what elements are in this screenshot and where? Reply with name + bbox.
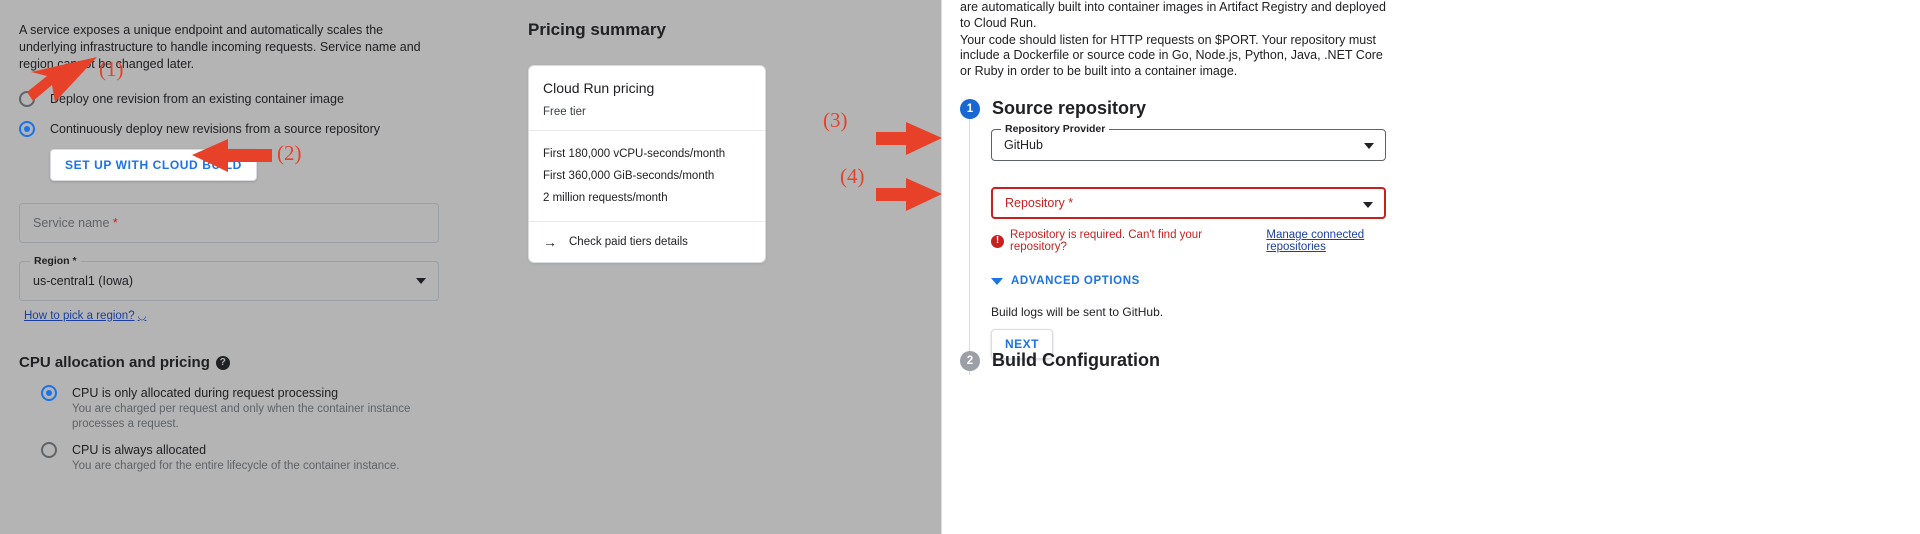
help-icon[interactable]: ?: [215, 355, 230, 370]
pricing-card-header: Cloud Run pricing Free tier: [529, 66, 765, 131]
cpu-allocation-options: CPU is only allocated during request pro…: [41, 385, 459, 474]
intro-line-1: are automatically built into container i…: [960, 0, 1386, 30]
pricing-card-lines: First 180,000 vCPU-seconds/month First 3…: [529, 131, 765, 222]
chevron-down-icon[interactable]: [1363, 202, 1373, 208]
repository-error-text: Repository is required. Can't find your …: [1010, 229, 1203, 253]
cpu-option-always[interactable]: CPU is always allocated: [41, 442, 459, 458]
set-up-with-cloud-build-button[interactable]: SET UP WITH CLOUD BUILD: [50, 149, 257, 181]
cpu-option-request-only-description: You are charged per request and only whe…: [72, 403, 411, 430]
cpu-option-request-only-label: CPU is only allocated during request pro…: [72, 386, 339, 400]
service-intro-text: A service exposes a unique endpoint and …: [19, 23, 421, 71]
how-to-pick-region-label: How to pick a region?: [24, 310, 135, 322]
cloud-build-setup-panel: are automatically built into container i…: [941, 0, 1920, 534]
build-logs-note: Build logs will be sent to GitHub.: [991, 305, 1164, 319]
repository-select[interactable]: Repository *: [991, 187, 1386, 219]
repository-provider-legend: Repository Provider: [1001, 123, 1110, 135]
service-name-input[interactable]: Service name *: [19, 203, 439, 243]
error-icon: !: [991, 234, 1004, 248]
cpu-option-always-label: CPU is always allocated: [72, 443, 207, 457]
arrow-right-icon: →: [543, 234, 557, 250]
intro-line-2: Your code should listen for HTTP request…: [960, 32, 1383, 79]
deploy-option-source-repo-label: Continuously deploy new revisions from a…: [50, 122, 381, 136]
radio-existing-image-icon[interactable]: [19, 91, 35, 107]
repository-provider-value: GitHub: [1004, 138, 1043, 152]
region-select[interactable]: Region * us-central1 (Iowa): [19, 255, 439, 301]
deploy-option-existing-image-label: Deploy one revision from an existing con…: [50, 92, 344, 106]
step1-number-badge: 1: [960, 98, 980, 119]
repository-placeholder: Repository *: [1005, 196, 1074, 210]
step2-title: Build Configuration: [992, 350, 1160, 370]
cpu-option-always-description: You are charged for the entire lifecycle…: [72, 460, 400, 472]
manage-connected-repositories-link[interactable]: Manage connected repositories: [1266, 229, 1420, 253]
step-source-repository: 1 Source repository Repository Provider …: [960, 98, 1420, 375]
step2-number-badge: 2: [960, 350, 980, 371]
cloud-run-pricing-card: Cloud Run pricing Free tier First 180,00…: [528, 65, 766, 263]
deploy-option-existing-image[interactable]: Deploy one revision from an existing con…: [19, 91, 459, 107]
check-paid-tiers-label: Check paid tiers details: [569, 236, 688, 248]
service-settings-column: A service exposes a unique endpoint and …: [19, 0, 459, 534]
pricing-line: First 360,000 GiB-seconds/month: [543, 170, 715, 182]
step1-title: Source repository: [992, 98, 1147, 118]
pricing-summary-title: Pricing summary: [528, 20, 666, 39]
radio-source-repo-icon[interactable]: [19, 121, 35, 137]
region-value: us-central1 (Iowa): [33, 274, 134, 288]
pricing-line: 2 million requests/month: [543, 192, 668, 204]
cpu-allocation-heading: CPU allocation and pricing ?: [19, 354, 459, 371]
pricing-summary-column: Pricing summary Cloud Run pricing Free t…: [528, 0, 858, 263]
check-paid-tiers-link[interactable]: → Check paid tiers details: [529, 222, 765, 262]
chevron-down-icon[interactable]: [1364, 143, 1374, 149]
service-name-placeholder: Service name *: [33, 216, 118, 230]
chevron-down-icon[interactable]: [416, 278, 426, 284]
repository-provider-select[interactable]: Repository Provider GitHub: [991, 123, 1386, 161]
radio-cpu-always-icon[interactable]: [41, 442, 57, 458]
how-to-pick-region-link[interactable]: How to pick a region? ◡: [24, 310, 146, 322]
cpu-option-request-only[interactable]: CPU is only allocated during request pro…: [41, 385, 459, 401]
cpu-allocation-title: CPU allocation and pricing: [19, 354, 210, 371]
pricing-card-title: Cloud Run pricing: [543, 80, 655, 96]
step1-header: 1 Source repository: [960, 98, 1420, 119]
chevron-down-icon: [991, 277, 1003, 285]
pricing-card-subtitle: Free tier: [543, 106, 586, 118]
advanced-options-toggle[interactable]: ADVANCED OPTIONS: [991, 275, 1420, 287]
step2-header: 2 Build Configuration: [960, 350, 1160, 371]
external-link-icon: ◡: [137, 310, 147, 322]
step-build-configuration: 2 Build Configuration: [960, 350, 1160, 371]
radio-cpu-request-only-icon[interactable]: [41, 385, 57, 401]
advanced-options-label: ADVANCED OPTIONS: [1011, 275, 1140, 287]
pricing-line: First 180,000 vCPU-seconds/month: [543, 148, 726, 160]
source-repo-intro-text: are automatically built into container i…: [960, 0, 1390, 80]
deploy-option-source-repo[interactable]: Continuously deploy new revisions from a…: [19, 121, 459, 137]
step1-body: Repository Provider GitHub Repository * …: [969, 119, 1420, 375]
repository-error-row: ! Repository is required. Can't find you…: [991, 229, 1420, 253]
region-legend: Region *: [30, 255, 81, 267]
